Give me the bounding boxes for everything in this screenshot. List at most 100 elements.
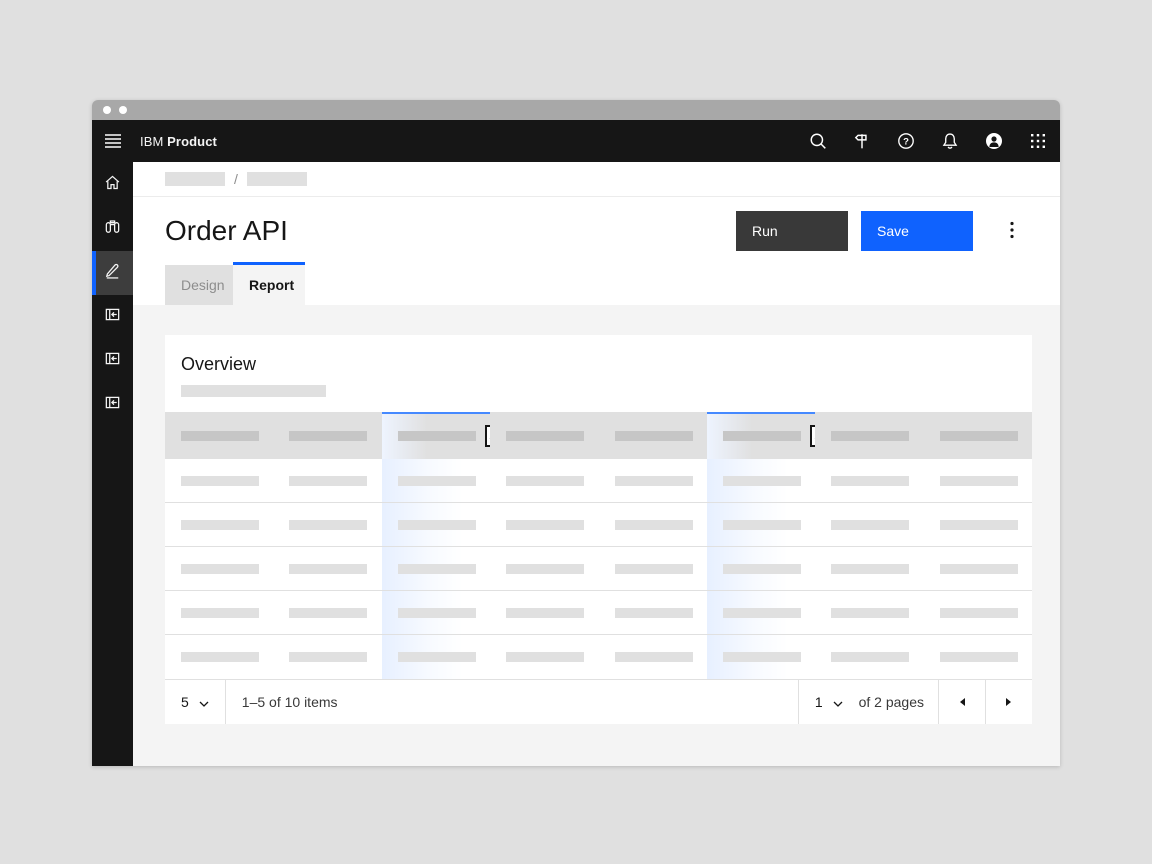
table-cell (273, 635, 381, 679)
table-cell (273, 503, 381, 546)
skeleton-text (615, 564, 693, 574)
caret-left-icon (958, 695, 966, 710)
tab-report[interactable]: Report (233, 262, 305, 305)
table-cell (382, 547, 490, 590)
table-cell (707, 503, 815, 546)
items-range-label: 1–5 of 10 items (226, 680, 354, 724)
skeleton-text (506, 476, 584, 486)
skeleton-text (723, 564, 801, 574)
notifications-button[interactable] (928, 120, 972, 162)
ai-column-accent (707, 412, 815, 414)
page-header: Order API Run Save (133, 197, 1060, 253)
skeleton-text (615, 608, 693, 618)
column-header (815, 412, 923, 459)
menu-icon (104, 133, 122, 149)
skeleton-text (723, 431, 801, 441)
description-skeleton (181, 385, 326, 397)
sidebar-item-panel-2[interactable] (92, 339, 133, 383)
skeleton-text (398, 608, 476, 618)
table-cell (924, 591, 1032, 634)
table-cell (707, 591, 815, 634)
skeleton-text (398, 652, 476, 662)
table-cell (490, 459, 598, 502)
help-button[interactable]: ? (884, 120, 928, 162)
column-header (490, 412, 598, 459)
skeleton-text (181, 520, 259, 530)
brand-prefix: IBM (140, 134, 163, 149)
page-size-select[interactable]: 5 (165, 680, 226, 724)
skeleton-text (831, 431, 909, 441)
window-titlebar (92, 100, 1060, 120)
table-cell (165, 635, 273, 679)
breadcrumb-skeleton-link (165, 172, 225, 186)
table-row (165, 591, 1032, 635)
skeleton-text (289, 431, 367, 441)
sidebar-item-edit[interactable] (92, 251, 133, 295)
skeleton-text (615, 476, 693, 486)
table-cell (382, 635, 490, 679)
table-cell (815, 591, 923, 634)
previous-page-button[interactable] (938, 680, 985, 724)
brand: IBM Product (140, 134, 217, 149)
skeleton-text (723, 652, 801, 662)
table-cell (599, 591, 707, 634)
skeleton-text (615, 520, 693, 530)
user-avatar-button[interactable] (972, 120, 1016, 162)
table-cell (490, 547, 598, 590)
page-number-select[interactable]: 1 (798, 680, 859, 724)
page-actions: Run Save (736, 211, 1032, 251)
card-header: Overview (165, 335, 1032, 412)
table-cell (815, 459, 923, 502)
tab-design[interactable]: Design (165, 265, 233, 305)
ai-column-accent (382, 412, 490, 414)
search-button[interactable] (796, 120, 840, 162)
user-avatar-icon (984, 131, 1004, 151)
run-button[interactable]: Run (736, 211, 848, 251)
next-page-button[interactable] (985, 680, 1032, 724)
chevron-down-icon (199, 694, 209, 710)
save-button[interactable]: Save (861, 211, 973, 251)
column-header (165, 412, 273, 459)
tab-bar: Design Report (133, 253, 1060, 305)
ai-column-header: AI (382, 412, 490, 459)
window-dot (119, 106, 127, 114)
signpost-button[interactable] (840, 120, 884, 162)
skeleton-text (181, 564, 259, 574)
skeleton-text (289, 520, 367, 530)
sidebar-item-home[interactable] (92, 163, 133, 207)
table-cell (273, 591, 381, 634)
skeleton-text (723, 476, 801, 486)
sidebar-item-panel-1[interactable] (92, 295, 133, 339)
table-cell (382, 591, 490, 634)
table-cell (815, 635, 923, 679)
signpost-icon (853, 132, 871, 150)
skeleton-text (940, 564, 1018, 574)
skeleton-text (940, 520, 1018, 530)
table-cell (165, 591, 273, 634)
table-row (165, 459, 1032, 503)
skeleton-text (831, 652, 909, 662)
table-cell (815, 547, 923, 590)
table-cell (165, 503, 273, 546)
open-panel-left-icon (104, 350, 121, 372)
skeleton-text (615, 652, 693, 662)
table-cell (707, 635, 815, 679)
skeleton-text (398, 431, 476, 441)
sidebar-item-explore[interactable] (92, 207, 133, 251)
skeleton-text (289, 608, 367, 618)
skeleton-text (181, 652, 259, 662)
overflow-menu-button[interactable] (992, 211, 1032, 251)
table-cell (273, 547, 381, 590)
skeleton-text (289, 564, 367, 574)
open-panel-left-icon (104, 394, 121, 416)
svg-text:?: ? (903, 136, 909, 147)
column-header (273, 412, 381, 459)
window-dot (103, 106, 111, 114)
menu-button[interactable] (92, 120, 133, 162)
ai-column-header: AI (707, 412, 815, 459)
skeleton-text (723, 608, 801, 618)
skeleton-text (506, 431, 584, 441)
table-cell (707, 459, 815, 502)
app-switcher-button[interactable] (1016, 120, 1060, 162)
sidebar-item-panel-3[interactable] (92, 383, 133, 427)
